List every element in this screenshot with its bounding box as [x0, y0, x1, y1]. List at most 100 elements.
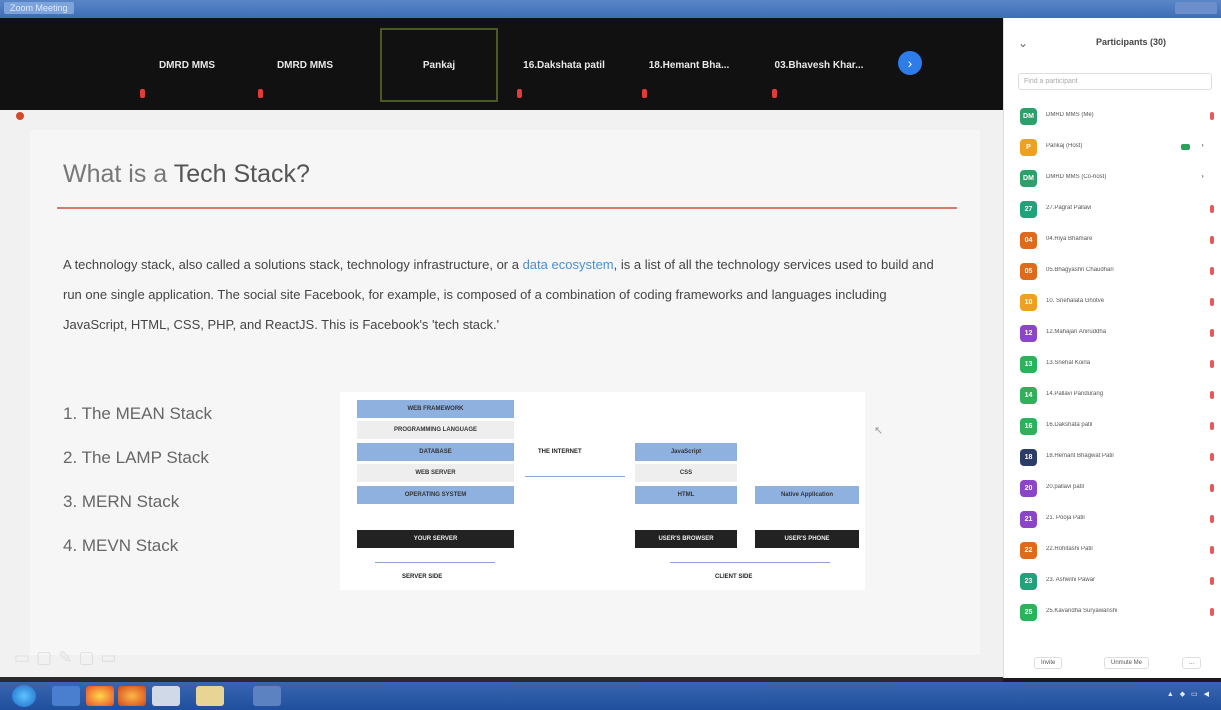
annotation-toolbar[interactable]: ▭▢✎▢▭	[14, 648, 123, 668]
participant-row[interactable]: DM DMRD MMS (Me)	[1004, 102, 1221, 133]
participant-row[interactable]: 20 20.pallavi patil	[1004, 474, 1221, 505]
stack-item: 2. The LAMP Stack	[63, 448, 209, 467]
muted-mic-icon	[642, 89, 647, 98]
avatar: 27	[1020, 201, 1037, 218]
server-block: PROGRAMMING LANGUAGE	[357, 421, 514, 439]
internet-arrow	[525, 476, 625, 477]
participant-row[interactable]: DM DMRD MMS (Co-host) ◑	[1004, 164, 1221, 195]
muted-mic-icon[interactable]	[1210, 577, 1214, 585]
participant-name: 25.Kavandha Suryawanshi	[1046, 608, 1118, 614]
muted-mic-icon[interactable]	[1210, 391, 1214, 399]
mouse-cursor-icon: ↖	[874, 425, 884, 437]
participant-row[interactable]: 04 04.Riya Bhamare	[1004, 226, 1221, 257]
muted-mic-icon[interactable]	[1210, 267, 1214, 275]
muted-mic-icon	[772, 89, 777, 98]
avatar: 05	[1020, 263, 1037, 280]
video-tile[interactable]: DMRD MMS	[246, 28, 364, 102]
participant-name: 18.Hemant Bhagwat Patil	[1046, 453, 1114, 459]
muted-mic-icon	[258, 89, 263, 98]
avatar: 16	[1020, 418, 1037, 435]
muted-mic-icon[interactable]	[1210, 360, 1214, 368]
video-tile[interactable]: 03.Bhavesh Khar...	[760, 28, 878, 102]
participant-row[interactable]: 25 25.Kavandha Suryawanshi	[1004, 598, 1221, 629]
participant-row[interactable]: 14 14.Pallavi Pandurang	[1004, 381, 1221, 412]
mic-icon[interactable]: ◑	[1200, 174, 1204, 180]
participant-row[interactable]: 16 16.Dakshata patil	[1004, 412, 1221, 443]
participant-row[interactable]: 12 12.Mahajan Aniruddha	[1004, 319, 1221, 350]
muted-mic-icon[interactable]	[1210, 546, 1214, 554]
client-block: JavaScript	[635, 443, 737, 461]
muted-mic-icon[interactable]	[1210, 236, 1214, 244]
taskbar-folder-icon[interactable]	[196, 686, 224, 706]
muted-mic-icon	[517, 89, 522, 98]
start-button[interactable]	[12, 685, 36, 707]
participant-row[interactable]: 13 13.Snehal Koirla	[1004, 350, 1221, 381]
internet-label: THE INTERNET	[538, 449, 582, 455]
slide-paragraph: A technology stack, also called a soluti…	[63, 250, 943, 340]
avatar: 13	[1020, 356, 1037, 373]
avatar: 04	[1020, 232, 1037, 249]
window-controls[interactable]	[1175, 2, 1217, 14]
server-block: OPERATING SYSTEM	[357, 486, 514, 504]
taskbar-firefox-icon[interactable]	[118, 686, 146, 706]
participant-name: 27.Pagrat Pallavi	[1046, 205, 1092, 211]
title-underline	[57, 207, 957, 209]
taskbar-app-icon[interactable]	[253, 686, 281, 706]
video-tile-active[interactable]: Pankaj	[380, 28, 498, 102]
muted-mic-icon[interactable]	[1210, 422, 1214, 430]
participant-row[interactable]: 18 18.Hemant Bhagwat Patil	[1004, 443, 1221, 474]
video-tile[interactable]: DMRD MMS	[128, 28, 246, 102]
participant-name: Pankaj (Host)	[1046, 143, 1083, 149]
participants-panel: ⌄ Participants (30) Find a participant D…	[1003, 18, 1221, 678]
muted-mic-icon[interactable]	[1210, 453, 1214, 461]
more-button[interactable]: ...	[1182, 657, 1202, 669]
participant-row[interactable]: 10 10. Snehalata Ghotve	[1004, 288, 1221, 319]
taskbar: ▲ ◆ ▭ ◀	[0, 682, 1221, 710]
video-tile[interactable]: 18.Hemant Bha...	[630, 28, 748, 102]
taskbar-explorer-icon[interactable]	[52, 686, 80, 706]
participant-row[interactable]: P Pankaj (Host) ◑	[1004, 133, 1221, 164]
participant-name: 05.Bhagyashri Chaudhari	[1046, 267, 1114, 273]
video-strip: DMRD MMS DMRD MMS Pankaj 16.Dakshata pat…	[0, 18, 1003, 110]
pin-icon	[16, 112, 24, 120]
participant-search-input[interactable]: Find a participant	[1018, 73, 1212, 90]
title-emphasis: Tech Stack?	[173, 160, 310, 188]
next-page-icon[interactable]: ›	[898, 51, 922, 75]
participant-row[interactable]: 27 27.Pagrat Pallavi	[1004, 195, 1221, 226]
participant-row[interactable]: 23 23. Ashwini Pawar	[1004, 567, 1221, 598]
participant-name: 13.Snehal Koirla	[1046, 360, 1091, 366]
tech-stack-diagram: WEB FRAMEWORK PROGRAMMING LANGUAGE DATAB…	[340, 392, 865, 590]
panel-header: ⌄ Participants (30)	[1004, 18, 1221, 66]
native-app-block: Native Application	[755, 486, 859, 504]
video-on-icon[interactable]	[1181, 144, 1190, 150]
taskbar-window-icon[interactable]	[152, 686, 180, 706]
collapse-panel-icon[interactable]: ⌄	[1018, 36, 1028, 50]
participant-name: 16.Dakshata patil	[1046, 422, 1093, 428]
users-browser-block: USER'S BROWSER	[635, 530, 737, 548]
participant-name: DMRD MMS (Me)	[1046, 112, 1094, 118]
server-block: WEB SERVER	[357, 464, 514, 482]
muted-mic-icon[interactable]	[1210, 112, 1214, 120]
invite-button[interactable]: Invite	[1034, 657, 1063, 669]
participant-row[interactable]: 21 21. Pooja Patil	[1004, 505, 1221, 536]
system-tray[interactable]: ▲ ◆ ▭ ◀	[1167, 690, 1211, 698]
participant-row[interactable]: 22 22.Rohitashi Patil	[1004, 536, 1221, 567]
muted-mic-icon[interactable]	[1210, 205, 1214, 213]
muted-mic-icon[interactable]	[1210, 515, 1214, 523]
muted-mic-icon[interactable]	[1210, 608, 1214, 616]
muted-mic-icon[interactable]	[1210, 329, 1214, 337]
unmute-me-button[interactable]: Unmute Me	[1104, 657, 1150, 669]
data-ecosystem-link[interactable]: data ecosystem	[523, 257, 614, 272]
muted-mic-icon[interactable]	[1210, 484, 1214, 492]
participant-name: 23. Ashwini Pawar	[1046, 577, 1096, 583]
participant-name: 21. Pooja Patil	[1046, 515, 1085, 521]
taskbar-chrome-icon[interactable]	[86, 686, 114, 706]
participant-row[interactable]: 05 05.Bhagyashri Chaudhari	[1004, 257, 1221, 288]
video-tile[interactable]: 16.Dakshata patil	[505, 28, 623, 102]
mic-icon[interactable]: ◑	[1200, 143, 1204, 149]
avatar: 18	[1020, 449, 1037, 466]
tile-name: DMRD MMS	[158, 59, 216, 71]
avatar: DM	[1020, 170, 1037, 187]
panel-title: Participants (30)	[1096, 37, 1167, 47]
muted-mic-icon[interactable]	[1210, 298, 1214, 306]
